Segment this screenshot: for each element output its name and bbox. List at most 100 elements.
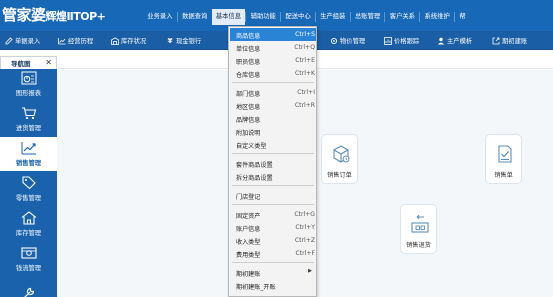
menu-item-shortcut: Ctrl+F (295, 250, 315, 257)
menu-item-shortcut: Ctrl+G (294, 211, 315, 218)
menu-item-shortcut: Ctrl+K (295, 70, 315, 77)
toolbar-voucher-entry[interactable]: 单据录入 (5, 31, 40, 50)
menu-item-store-registration[interactable]: 门店登记 (230, 189, 316, 202)
menu-item-label: 职员信息 (236, 59, 261, 66)
menu-separator (232, 153, 314, 154)
logo-main: 管家婆 (2, 6, 46, 24)
basic-info-dropdown-menu: 商品信息 Ctrl+S 单位信息 Ctrl+Q 职员信息 Ctrl+E 仓库信息 Ctr… (228, 26, 317, 297)
menu-item-label: 自定义类型 (236, 143, 267, 150)
top-menu-production[interactable]: 生产组装 (314, 12, 350, 22)
menu-item-opening-accounts[interactable]: 期初建账 ▶ (230, 266, 316, 279)
card-label: 销售单 (494, 172, 513, 179)
toolbar-price-tracking[interactable]: 价格跟踪 (384, 31, 419, 50)
external-icon (492, 37, 500, 45)
menu-item-label: 收入类型 (236, 239, 261, 246)
sidebar-item-purchase[interactable]: 进货管理 (0, 102, 57, 136)
menu-item-label: 商品信息 (236, 33, 261, 40)
menu-item-region-info[interactable]: 地区信息 Ctrl+R (230, 99, 316, 112)
close-icon[interactable]: ✕ (45, 58, 52, 67)
menu-item-shortcut: Ctrl+R (294, 102, 315, 109)
toolbar-stock-status[interactable]: 库存状况 (111, 31, 146, 50)
menu-item-label: 拆分商品设置 (236, 175, 273, 182)
menu-item-opening-accounts-open[interactable]: 期初建账_开账 (230, 279, 316, 292)
top-menu-ledger[interactable]: 总账管理 (349, 12, 385, 22)
sidebar-item-tools[interactable] (0, 277, 57, 297)
top-menu: 业务录入 数据查询 基本信息 辅助功能 配送中心 生产组装 总账管理 客户关系 … (143, 9, 470, 25)
top-menu-business-entry[interactable]: 业务录入 (143, 12, 177, 22)
sidebar-item-cashflow[interactable]: 钱流管理 (0, 242, 57, 276)
menu-item-label: 固定资产 (236, 213, 261, 220)
sidebar-item-inventory[interactable]: 库存管理 (0, 207, 57, 241)
submenu-arrow-icon: ▶ (308, 268, 312, 274)
app-logo: 管家婆辉煌ⅡTOP+ (2, 4, 106, 25)
top-menu-aux-functions[interactable]: 辅助功能 (245, 12, 280, 22)
toolbar-cash-bank[interactable]: ¥ 现金银行 (166, 31, 202, 50)
toolbar-label: 主产模析 (447, 38, 473, 45)
menu-item-unit-info[interactable]: 单位信息 Ctrl+Q (230, 41, 316, 54)
menu-separator (232, 262, 314, 263)
wrench-icon (23, 287, 34, 297)
menu-item-shortcut: Ctrl+I (297, 89, 315, 96)
menu-item-account-info[interactable]: 账户信息 Ctrl+Y (230, 221, 316, 234)
menu-item-label: 期初建账_开账 (236, 284, 276, 291)
sidebar-item-label: 库存管理 (15, 230, 42, 237)
menu-item-label: 仓库信息 (236, 72, 261, 79)
toolbar-label: 现金银行 (176, 38, 202, 45)
menu-item-label: 单位信息 (236, 46, 261, 53)
menu-item-brand-info[interactable]: 品牌信息 (230, 112, 316, 125)
top-menu-data-query[interactable]: 数据查询 (176, 12, 212, 22)
top-menu-basic-info[interactable]: 基本信息 (211, 9, 246, 25)
card-sales-invoice[interactable]: 销售单 (485, 134, 522, 184)
card-label: 销售退货 (406, 242, 431, 249)
user-icon (437, 37, 445, 45)
menu-item-label: 套件商品设置 (236, 162, 273, 169)
card-sales-order[interactable]: 销售订单 (321, 134, 358, 184)
toolbar-opening-accounts[interactable]: 期初建账 (492, 31, 527, 50)
sidebar-item-label: 进货管理 (15, 125, 42, 132)
menu-item-label: 部门信息 (236, 91, 261, 98)
sidebar-item-label: 销售管理 (15, 160, 42, 167)
menu-item-custom-types[interactable]: 自定义类型 (230, 138, 316, 151)
menu-item-income-types[interactable]: 收入类型 Ctrl+Z (230, 234, 316, 247)
menu-item-label: 附加说明 (236, 130, 261, 137)
toolbar-business-history[interactable]: 经营历程 (58, 31, 93, 50)
report-icon (21, 71, 36, 85)
toolbar-label: 库存状况 (121, 38, 147, 45)
menu-item-label: 期初建账 (236, 271, 261, 278)
top-menu-help[interactable]: 帮 (454, 12, 470, 22)
return-goods-icon (411, 214, 429, 233)
sidebar-item-graphic-reports[interactable]: 图形报表 (0, 67, 57, 101)
menu-item-product-info[interactable]: 商品信息 Ctrl+S (230, 28, 316, 41)
sidebar-item-sales[interactable]: 销售管理 (0, 137, 57, 171)
menu-item-department-info[interactable]: 部门信息 Ctrl+I (230, 86, 316, 99)
menu-separator (232, 204, 314, 205)
toolbar-price-management[interactable]: 物价管理 (330, 31, 365, 50)
sidebar: 图形报表 进货管理 销售管理 零售管理 库存管理 钱流管理 (0, 69, 57, 297)
menu-item-warehouse-info[interactable]: 仓库信息 Ctrl+K (230, 67, 316, 80)
card-sales-return[interactable]: 销售退货 (400, 204, 437, 254)
menu-separator (232, 185, 314, 186)
menu-item-shortcut: Ctrl+S (295, 31, 315, 38)
app-window: 管家婆辉煌ⅡTOP+ 业务录入 数据查询 基本信息 辅助功能 配送中心 生产组装… (0, 0, 553, 297)
menu-item-split-product-settings[interactable]: 拆分商品设置 (230, 170, 316, 183)
sales-trend-icon (21, 142, 36, 155)
menu-item-staff-info[interactable]: 职员信息 Ctrl+E (230, 54, 316, 67)
menu-item-expense-types[interactable]: 费用类型 Ctrl+F (230, 247, 316, 260)
sidebar-item-retail[interactable]: 零售管理 (0, 172, 57, 206)
chart-icon (384, 36, 392, 45)
top-menu-distribution[interactable]: 配送中心 (280, 12, 315, 22)
top-menu-crm[interactable]: 客户关系 (384, 12, 419, 22)
menu-item-kit-product-settings[interactable]: 套件商品设置 (230, 157, 316, 170)
money-icon (20, 247, 37, 259)
toolbar-label: 经营历程 (68, 38, 94, 45)
sidebar-item-label: 钱流管理 (15, 265, 42, 272)
toolbar-main-production[interactable]: 主产模析 (437, 31, 472, 50)
menu-item-additional-notes[interactable]: 附加说明 (230, 125, 316, 138)
yen-icon: ¥ (167, 36, 173, 45)
top-menu-system[interactable]: 系统维护 (419, 12, 454, 22)
cart-icon (21, 107, 36, 120)
logo-sub: 辉煌ⅡTOP+ (45, 10, 106, 23)
card-label: 销售订单 (327, 172, 352, 179)
menu-item-fixed-assets[interactable]: 固定资产 Ctrl+G (230, 208, 316, 221)
toolbar-label: 物价管理 (340, 38, 366, 45)
